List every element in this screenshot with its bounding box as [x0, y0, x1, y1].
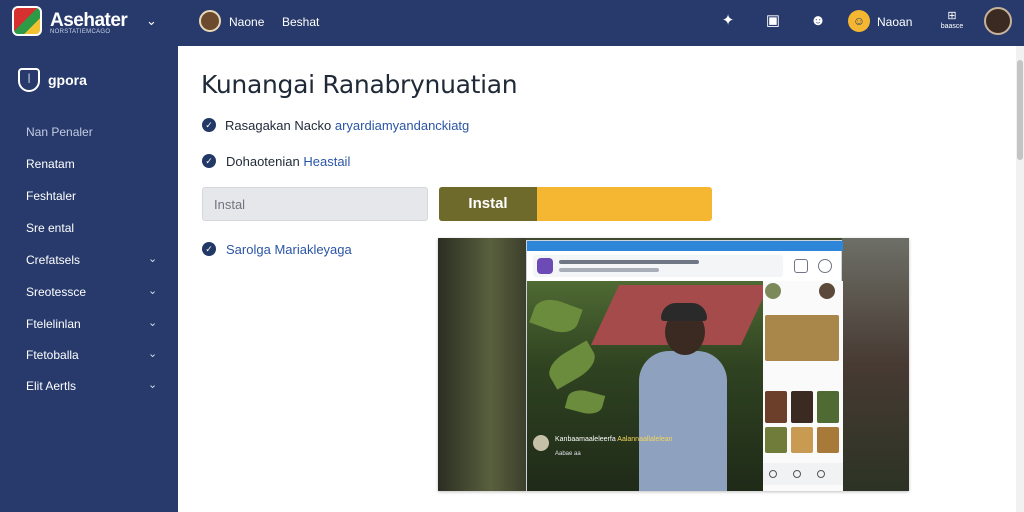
preview-background-left	[438, 238, 526, 491]
install-button[interactable]: Instal	[439, 187, 712, 221]
app-preview-image: Kanbaamaaleleerfa Aalannaallalelean Aaba…	[438, 238, 909, 491]
chevron-down-icon: ⌄	[148, 379, 158, 391]
brand-logo-icon[interactable]	[12, 6, 42, 36]
refresh-icon	[818, 259, 832, 273]
grid-icon: ⊞	[947, 10, 957, 22]
feature-line-3: Sarolga Mariakleyaga	[226, 242, 352, 257]
nav-link-beshat[interactable]: Beshat	[282, 15, 319, 29]
phone-status-bar	[527, 241, 843, 251]
thumbnail-panel	[763, 281, 843, 491]
search-icon	[769, 470, 777, 478]
caption-avatar	[533, 435, 549, 451]
top-bar: Asehater NORSTATIEMCAGO ⌄ Naone Beshat ✦…	[0, 0, 1024, 46]
phone-bottom-nav	[763, 463, 843, 485]
sidebar-item-1[interactable]: Renatam	[0, 149, 178, 179]
smiley-icon[interactable]: ☻	[807, 10, 829, 32]
feature-line-1-link[interactable]: aryardiamyandanckiatg	[335, 118, 469, 133]
caption-highlight: Aalannaallalelean	[617, 436, 673, 443]
leaf	[529, 294, 583, 338]
thumbnail	[765, 283, 781, 299]
feature-line-2-link[interactable]: Heastail	[303, 154, 350, 169]
phone-screenshot: Kanbaamaaleleerfa Aalannaallalelean Aaba…	[526, 240, 843, 491]
chevron-down-icon: ⌄	[148, 285, 158, 297]
install-button-label: Instal	[439, 187, 537, 221]
chevron-down-icon: ⌄	[148, 253, 158, 265]
profile-avatar[interactable]	[984, 7, 1012, 35]
shield-icon: |	[18, 68, 40, 92]
thumbnail	[765, 391, 787, 423]
thumbnail	[765, 427, 787, 453]
check-icon: ✓	[202, 242, 216, 256]
page-scrollbar[interactable]	[1016, 46, 1024, 512]
notification-name[interactable]: Naoan	[877, 15, 912, 29]
sidebar-item-label: Sre ental	[26, 221, 75, 235]
sidebar-item-label: Ftetoballa	[26, 348, 79, 362]
screen-icon[interactable]: ▣	[762, 10, 784, 32]
video-frame: Kanbaamaaleleerfa Aalannaallalelean Aaba…	[527, 281, 763, 491]
feature-line-1-text: Rasagakan Nacko	[225, 118, 332, 133]
sidebar-item-label: Elit Aertls	[26, 379, 77, 393]
thumbnail	[791, 391, 813, 423]
app-icon	[537, 258, 553, 274]
sidebar-item-8[interactable]: Elit Aertls ⌄	[0, 371, 178, 401]
brand-subtitle: NORSTATIEMCAGO	[50, 29, 111, 35]
sidebar-item-label: Sreotessce	[26, 285, 87, 299]
thumbnail	[819, 283, 835, 299]
check-icon: ✓	[202, 154, 216, 168]
install-field[interactable]: Instal	[202, 187, 428, 221]
list-icon	[817, 470, 825, 478]
person-cap	[661, 303, 707, 321]
expand-icon	[794, 259, 808, 273]
thumbnail	[817, 427, 839, 453]
header-text-line	[559, 268, 659, 272]
video-caption: Kanbaamaaleleerfa Aalannaallalelean Aaba…	[531, 433, 761, 467]
sidebar-item-7[interactable]: Ftetoballa ⌄	[0, 340, 178, 370]
sidebar-item-label: Ftelelinlan	[26, 317, 81, 331]
leaf	[564, 386, 606, 418]
phone-app-header	[533, 255, 783, 277]
sidebar-item-label: Crefatsels	[26, 253, 81, 267]
chevron-down-icon: ⌄	[148, 317, 158, 329]
sidebar-item-4[interactable]: Crefatsels ⌄	[0, 245, 178, 275]
sidebar-item-0[interactable]: Nan Penaler	[0, 117, 178, 147]
feature-line-2: Dohaotenian Heastail	[226, 154, 350, 169]
sidebar-item-label: Renatam	[26, 157, 75, 171]
sidebar-item-label: Nan Penaler	[26, 125, 93, 139]
chevron-down-icon: ⌄	[148, 348, 158, 360]
feature-line-3-text: Sarolga	[226, 242, 271, 257]
sidebar-item-6[interactable]: Ftelelinlan ⌄	[0, 309, 178, 339]
thumbnail	[791, 427, 813, 453]
thumbnail	[817, 391, 839, 423]
check-icon: ✓	[202, 118, 216, 132]
caption-sub: Aabae aa	[555, 451, 581, 457]
person	[639, 351, 727, 491]
puzzle-icon[interactable]: ✦	[717, 10, 739, 32]
thumbnail	[765, 315, 839, 361]
scrollbar-thumb[interactable]	[1017, 60, 1023, 160]
feature-line-2-text: Dohaotenian	[226, 154, 300, 169]
header-text-line	[559, 260, 699, 264]
caption-text: Kanbaamaaleleerfa Aalannaallalelean	[555, 436, 673, 443]
sidebar-item-3[interactable]: Sre ental	[0, 213, 178, 243]
sidebar-item-2[interactable]: Feshtaler	[0, 181, 178, 211]
chevron-down-icon[interactable]: ⌄	[146, 13, 157, 29]
preview-background-right	[842, 238, 909, 491]
leaf	[543, 340, 601, 390]
feature-line-3-link[interactable]: Mariakleyaga	[274, 242, 351, 257]
profile-label: baasce	[940, 23, 964, 30]
sidebar-item-5[interactable]: Sreotessce ⌄	[0, 277, 178, 307]
avatar[interactable]	[199, 10, 221, 32]
sidebar-item-label: Feshtaler	[26, 189, 77, 203]
profile-menu[interactable]: ⊞ baasce	[936, 10, 968, 32]
caption-prefix: Kanbaamaaleleerfa	[555, 436, 616, 443]
sidebar-brand[interactable]: gpora	[48, 72, 87, 88]
notification-badge[interactable]: ☺	[848, 10, 870, 32]
circle-icon	[793, 470, 801, 478]
page-title: Kunangai Ranabrynuatian	[201, 70, 518, 99]
feature-line-1: Rasagakan Nacko aryardiamyandanckiatg	[225, 118, 469, 133]
nav-link-home[interactable]: Naone	[229, 15, 264, 29]
sidebar: | gpora Nan Penaler Renatam Feshtaler Sr…	[0, 46, 178, 512]
